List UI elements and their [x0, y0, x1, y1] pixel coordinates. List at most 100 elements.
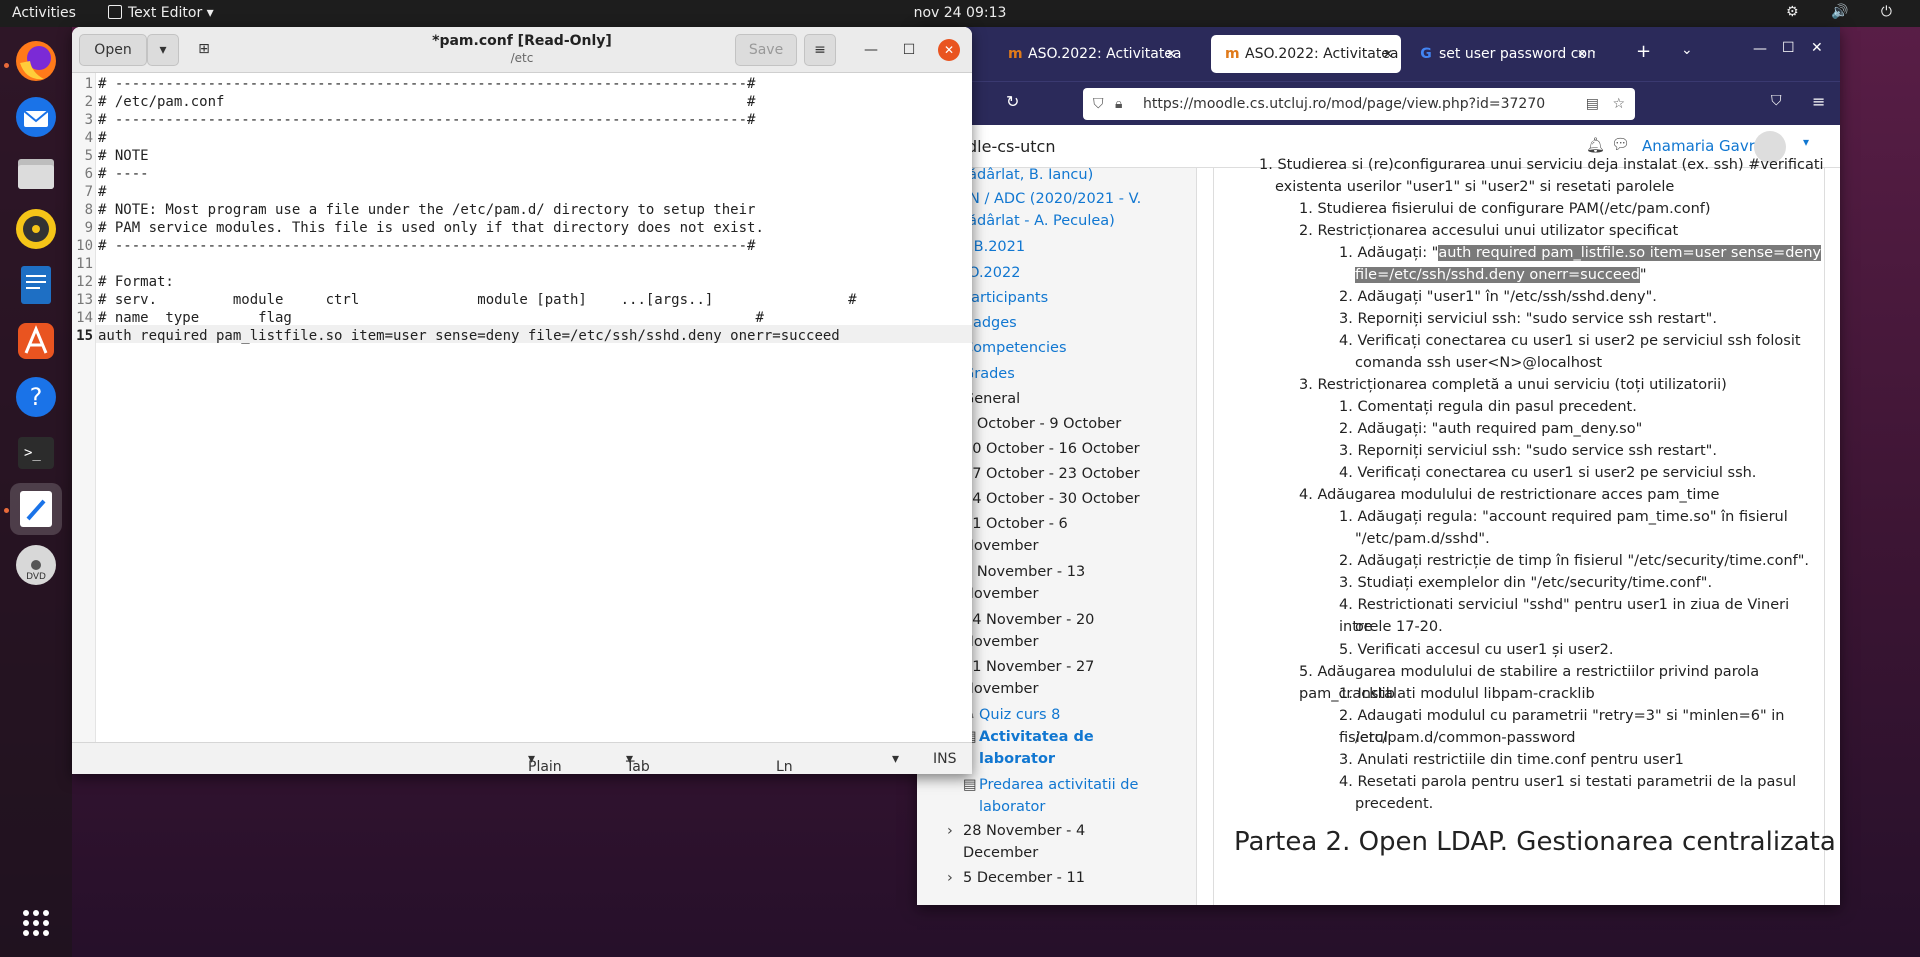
line-number: 3 [84, 112, 93, 128]
hamburger-menu-button[interactable]: ≡ [804, 34, 836, 66]
clock[interactable]: nov 24 09:13 [0, 5, 1920, 21]
bell-icon[interactable]: 🔔︎ [1586, 136, 1605, 154]
editor-text-area[interactable]: 1 2 3 4 5 6 7 8 9 10 11 12 13 14 15 # ----------------… [72, 73, 972, 742]
drawer-item[interactable]: December [963, 842, 1038, 864]
shield-icon: ⛉ [1093, 96, 1104, 112]
drawer-item[interactable]: ›3 October - 9 October [947, 413, 1121, 435]
system-tray[interactable]: ⚙ 🔊 ⏻ [1786, 4, 1906, 20]
menu-icon: ≡ [814, 42, 826, 58]
chat-icon[interactable]: 💬︎ [1611, 135, 1630, 153]
app-center-icon[interactable] [12, 317, 60, 365]
instruction-text: "/etc/pam.d/sshd". [1355, 531, 1490, 547]
instruction-item: 2. Adăugați "user1" în "/etc/ssh/sshd.de… [1339, 286, 1657, 308]
new-tab-icon[interactable]: + [1636, 41, 1651, 62]
close-tab-icon[interactable]: ✕ [1577, 35, 1587, 73]
svg-text:>_: >_ [24, 445, 41, 461]
firefox-window: m ASO.2022: Activitatea ✕ m ASO.2022: Activ… [917, 27, 1840, 905]
drawer-item[interactable]: ›17 October - 23 October [947, 463, 1140, 485]
chevron-down-icon[interactable]: ▾ [1803, 135, 1809, 149]
instruction-item: 5. Verificati accesul cu user1 și user2. [1339, 639, 1613, 661]
writer-icon[interactable] [12, 261, 60, 309]
minimize-icon[interactable]: — [1753, 41, 1767, 57]
insert-mode[interactable]: INS [933, 751, 957, 767]
drawer-item[interactable]: ▤Activitatea de [963, 726, 1094, 748]
instruction-text: 4. Resetati parola pentru user1 si testa… [1339, 774, 1797, 790]
drawer-item[interactable]: Dădârlat, B. Iancu) [957, 164, 1093, 186]
code-line: # /etc/pam.conf # [98, 94, 756, 110]
close-icon[interactable]: ✕ [938, 39, 960, 61]
drawer-item-label: November [963, 586, 1039, 602]
rhythmbox-icon[interactable] [12, 205, 60, 253]
browser-tab-1[interactable]: m ASO.2022: Activitatea ✕ [994, 35, 1184, 73]
drawer-item[interactable]: laborator [979, 748, 1055, 770]
drawer-item[interactable]: ›10 October - 16 October [947, 438, 1140, 460]
firefox-icon[interactable] [12, 37, 60, 85]
app-menu[interactable]: Text Editor ▾ [108, 5, 214, 21]
url-text: https://moodle.cs.utcluj.ro/mod/page/vie… [1143, 96, 1546, 112]
drawer-item-label: 3 October - 9 October [963, 416, 1122, 432]
url-bar[interactable]: ⛉ 🔒︎ https://moodle.cs.utcluj.ro/mod/pag… [1083, 88, 1635, 120]
files-icon[interactable] [12, 149, 60, 197]
language-label: Plain Text [528, 759, 562, 774]
language-selector[interactable]: Plain Text ▾ [528, 751, 562, 774]
drawer-item[interactable]: laborator [979, 796, 1045, 818]
drawer-item[interactable]: November [963, 583, 1038, 605]
tab-width-selector[interactable]: Tab Width: 8 ▾ [626, 751, 650, 774]
code-line: # --------------------------------------… [98, 112, 756, 128]
close-icon[interactable]: ✕ [1811, 40, 1823, 56]
app-menu-label: Text Editor [128, 5, 203, 21]
show-apps-icon[interactable] [12, 899, 60, 947]
code-line: # NOTE: Most program use a file under th… [98, 202, 756, 218]
code-line: auth required pam_listfile.so item=user … [98, 328, 840, 344]
drawer-item[interactable]: ✎Quiz curs 8 [963, 704, 1060, 726]
drawer-item[interactable]: November [963, 631, 1038, 653]
user-name[interactable]: Anamaria Gavra [1642, 137, 1764, 155]
help-icon[interactable]: ? [12, 373, 60, 421]
reader-icon[interactable]: ▤ [1586, 88, 1599, 120]
text-editor-icon[interactable] [10, 483, 62, 535]
drawer-item[interactable]: Dădârlat - A. Peculea) [957, 210, 1115, 232]
terminal-icon[interactable]: >_ [12, 429, 60, 477]
code-line: # name type flag # [98, 310, 764, 326]
drawer-item[interactable]: › 28 November - 4 [947, 820, 1085, 842]
drawer-item[interactable]: ▤ Predarea activitatii de [963, 774, 1138, 796]
browser-tab-2[interactable]: m ASO.2022: Activitatea ✕ [1211, 35, 1401, 73]
drawer-item-label: laborator [979, 751, 1056, 767]
drawer-item-label: Predarea activitatii de [979, 777, 1139, 793]
menu-icon[interactable]: ≡ [1812, 92, 1825, 111]
activities-button[interactable]: Activities [12, 5, 76, 21]
save-button[interactable]: Save [735, 34, 797, 66]
instruction-item: 3. Reporniți serviciul ssh: "sudo servic… [1339, 440, 1717, 462]
dvd-icon[interactable]: DVD [12, 541, 60, 589]
drawer-item[interactable]: November [963, 678, 1038, 700]
instruction-text: comanda ssh user<N>@localhost [1355, 355, 1603, 371]
instruction-text: 4. Adăugarea modulului de restrictionare… [1299, 487, 1720, 503]
drawer-item-label: 5 December - 11 [963, 870, 1085, 886]
bookmark-star-icon[interactable]: ☆ [1612, 88, 1625, 120]
thunderbird-icon[interactable] [12, 93, 60, 141]
line-number: 10 [76, 238, 93, 254]
drawer-item[interactable]: November [963, 535, 1038, 557]
selected-text[interactable]: auth required pam_listfile.so item=user … [1438, 245, 1822, 261]
selected-text[interactable]: file=/etc/ssh/sshd.deny onerr=succeed [1355, 267, 1640, 283]
instruction-item: 1. Studierea si (re)configurarea unui se… [1259, 154, 1824, 176]
maximize-icon[interactable]: ☐ [898, 39, 920, 61]
site-name[interactable]: dle-cs-utcn [967, 137, 1055, 156]
pocket-icon[interactable]: ⛉ [1771, 93, 1782, 109]
browser-tab-3[interactable]: Gset user password com ✕ [1405, 35, 1595, 73]
drawer-item[interactable]: › 5 December - 11 [947, 867, 1085, 889]
drawer-item[interactable]: ›24 October - 30 October [947, 488, 1140, 510]
tab-label: ASO.2022: Activitatea [1028, 46, 1182, 62]
instruction-text: 3. Restricționarea completă a unui servi… [1299, 377, 1727, 393]
tab-list-icon[interactable]: ⌄ [1681, 42, 1693, 58]
close-tab-icon[interactable]: ✕ [1383, 35, 1393, 73]
minimize-icon[interactable]: — [860, 39, 882, 61]
instruction-item: 4. Verificați conectarea cu user1 si use… [1339, 330, 1801, 352]
code-line: # ---- [98, 166, 149, 182]
position-menu[interactable]: ▾ [892, 751, 899, 767]
close-tab-icon[interactable]: ✕ [1166, 35, 1176, 73]
moodle-icon: m [1008, 46, 1023, 62]
code-line: # PAM service modules. This file is used… [98, 220, 764, 236]
reload-icon[interactable]: ↻ [1006, 92, 1019, 111]
maximize-icon[interactable]: ☐ [1782, 40, 1795, 56]
